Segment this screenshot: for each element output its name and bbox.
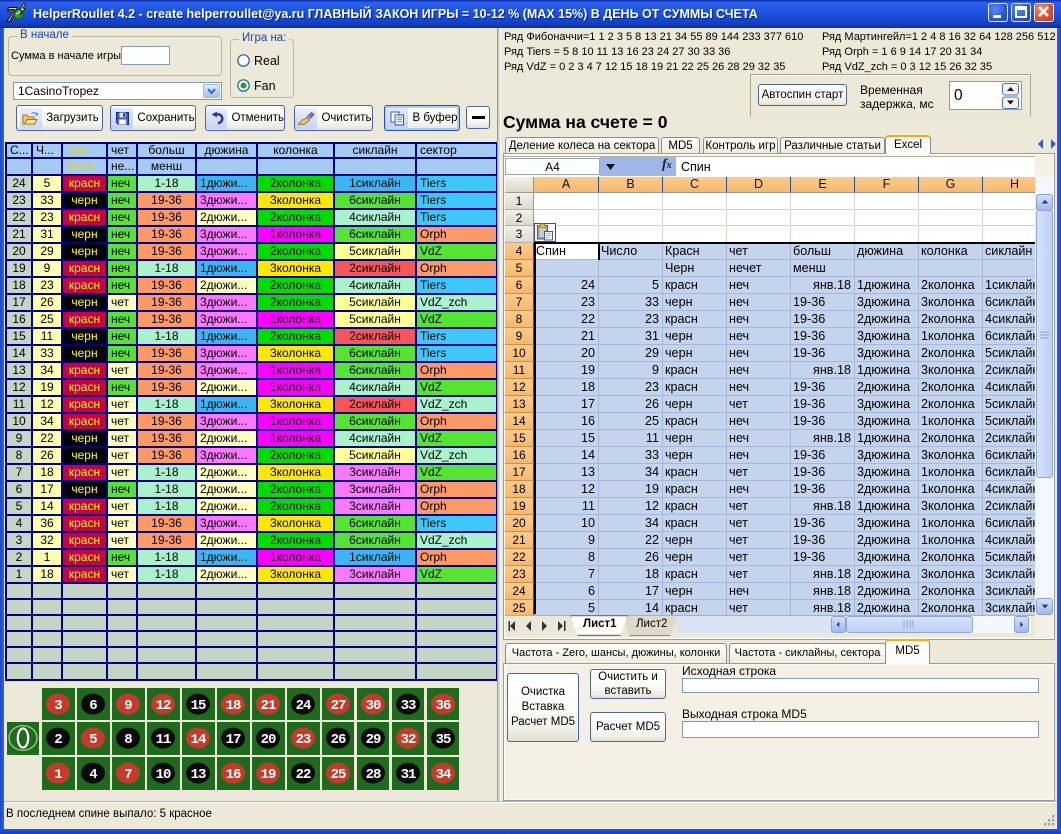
svg-text:19: 19 — [261, 767, 276, 783]
svg-text:36: 36 — [435, 698, 450, 714]
svg-text:24: 24 — [296, 698, 311, 714]
svg-text:33: 33 — [400, 698, 415, 714]
svg-text:6: 6 — [89, 698, 97, 714]
svg-text:21: 21 — [261, 698, 276, 714]
svg-text:1: 1 — [55, 767, 63, 783]
svg-text:25: 25 — [330, 767, 345, 783]
svg-text:15: 15 — [191, 698, 206, 714]
svg-text:34: 34 — [435, 767, 450, 783]
svg-text:32: 32 — [400, 732, 415, 748]
svg-text:26: 26 — [330, 732, 345, 748]
svg-text:22: 22 — [296, 767, 311, 783]
svg-text:30: 30 — [365, 698, 380, 714]
svg-text:7: 7 — [6, 3, 18, 27]
svg-text:31: 31 — [400, 767, 415, 783]
svg-text:35: 35 — [435, 732, 450, 748]
svg-text:13: 13 — [191, 767, 206, 783]
svg-text:8: 8 — [124, 732, 132, 748]
svg-text:18: 18 — [226, 698, 241, 714]
svg-text:9: 9 — [124, 698, 132, 714]
svg-text:28: 28 — [365, 767, 380, 783]
svg-text:11: 11 — [156, 732, 171, 748]
svg-text:2: 2 — [55, 732, 63, 748]
svg-text:10: 10 — [156, 767, 171, 783]
svg-text:14: 14 — [191, 732, 206, 748]
svg-text:4: 4 — [89, 767, 97, 783]
svg-text:5: 5 — [89, 732, 97, 748]
svg-text:23: 23 — [296, 732, 311, 748]
svg-text:17: 17 — [226, 732, 241, 748]
svg-text:16: 16 — [226, 767, 241, 783]
svg-text:7: 7 — [124, 767, 132, 783]
svg-text:20: 20 — [261, 732, 276, 748]
svg-text:12: 12 — [156, 698, 171, 714]
svg-text:27: 27 — [330, 698, 345, 714]
svg-text:29: 29 — [365, 732, 380, 748]
svg-text:3: 3 — [55, 698, 63, 714]
